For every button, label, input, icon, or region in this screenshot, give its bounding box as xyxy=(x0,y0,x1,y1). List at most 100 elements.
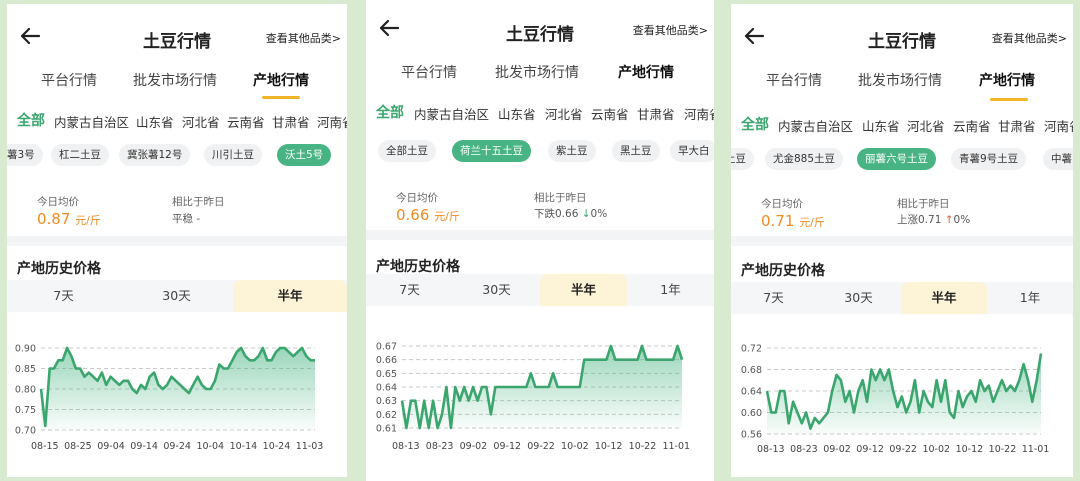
variety-chip[interactable]: 冀张薯12号 xyxy=(119,144,191,166)
region-yunnan[interactable]: 云南省 xyxy=(227,112,265,131)
price-summary: 今日均价 0.71 元/斤 相比于昨日 上涨0.71 ↑0% xyxy=(731,184,1073,240)
y-tick-label: 0.90 xyxy=(15,344,36,355)
variety-chip[interactable]: 青薯9号土豆 xyxy=(951,148,1027,170)
tab-platform[interactable]: 平台行情 xyxy=(766,70,822,90)
variety-chip[interactable]: 中薯 xyxy=(1043,148,1073,170)
region-shandong[interactable]: 山东省 xyxy=(136,112,174,131)
screen-panel-1: 土豆行情 查看其他品类> 平台行情 批发市场行情 产地行情 全部 内蒙古自治区 … xyxy=(7,4,347,477)
range-1y[interactable]: 1年 xyxy=(987,282,1073,314)
x-tick-label: 10-02 xyxy=(922,444,950,455)
range-30d[interactable]: 30天 xyxy=(120,280,233,312)
variety-chips: 全部土豆 荷兰十五土豆 紫土豆 黑土豆 早大白 xyxy=(366,138,714,168)
region-shandong[interactable]: 山东省 xyxy=(862,116,900,135)
history-section-title: 产地历史价格 xyxy=(17,261,101,277)
tab-platform[interactable]: 平台行情 xyxy=(41,70,97,90)
y-tick-label: 0.67 xyxy=(376,342,397,353)
variety-chip[interactable]: 土豆 xyxy=(731,148,754,170)
y-tick-label: 0.75 xyxy=(15,405,36,416)
region-gansu[interactable]: 甘肃省 xyxy=(998,116,1036,135)
history-section-title: 产地历史价格 xyxy=(741,263,825,279)
x-tick-label: 10-22 xyxy=(629,441,657,452)
region-hebei[interactable]: 河北省 xyxy=(182,112,220,131)
region-gansu[interactable]: 甘肃省 xyxy=(272,112,310,131)
region-yunnan[interactable]: 云南省 xyxy=(953,116,991,135)
y-tick-label: 0.85 xyxy=(15,364,36,375)
variety-chip-selected[interactable]: 沃土5号 xyxy=(277,144,332,166)
range-selector: 7天 30天 半年 1年 xyxy=(366,274,714,306)
x-tick-label: 09-24 xyxy=(163,441,191,452)
x-tick-label: 09-22 xyxy=(889,444,917,455)
variety-chip[interactable]: 全部土豆 xyxy=(378,140,436,162)
x-tick-label: 10-02 xyxy=(561,441,589,452)
divider xyxy=(7,236,347,246)
region-yunnan[interactable]: 云南省 xyxy=(591,104,629,123)
top-bar: 土豆行情 查看其他品类> xyxy=(731,4,1073,66)
tab-wholesale[interactable]: 批发市场行情 xyxy=(133,70,217,90)
tab-wholesale[interactable]: 批发市场行情 xyxy=(858,70,942,90)
y-tick-label: 0.56 xyxy=(741,430,762,441)
variety-chip[interactable]: 薯3号 xyxy=(7,144,43,166)
range-half-year[interactable]: 半年 xyxy=(901,282,987,314)
today-price-label: 今日均价 xyxy=(37,196,79,208)
range-half-year[interactable]: 半年 xyxy=(540,274,627,306)
variety-chip[interactable]: 杠二土豆 xyxy=(51,144,109,166)
region-hebei[interactable]: 河北省 xyxy=(545,104,583,123)
price-history-chart: 0.56 0.60 0.64 0.68 0.72 08-13 08-23 09-02 09-12… xyxy=(741,344,1050,456)
price-change: 上涨0.71 ↑0% xyxy=(897,214,971,226)
variety-chip-selected[interactable]: 荷兰十五土豆 xyxy=(452,140,531,162)
range-7d[interactable]: 7天 xyxy=(7,280,120,312)
y-tick-label: 0.80 xyxy=(15,385,36,396)
screen-panel-2: 土豆行情 查看其他品类> 平台行情 批发市场行情 产地行情 全部 内蒙古自治区 … xyxy=(366,0,714,481)
active-tab-underline xyxy=(990,98,1028,101)
tab-platform[interactable]: 平台行情 xyxy=(401,62,457,82)
region-all[interactable]: 全部 xyxy=(376,102,404,122)
view-other-categories-link[interactable]: 查看其他品类> xyxy=(633,22,708,38)
region-all[interactable]: 全部 xyxy=(17,110,45,130)
range-30d[interactable]: 30天 xyxy=(816,282,901,314)
price-summary: 今日均价 0.66 元/斤 相比于昨日 下跌0.66 ↓0% xyxy=(366,178,714,234)
x-tick-label: 09-02 xyxy=(823,444,851,455)
tab-origin[interactable]: 产地行情 xyxy=(979,70,1035,90)
variety-chip[interactable]: 紫土豆 xyxy=(548,140,596,162)
range-selector: 7天 30天 半年 xyxy=(7,280,347,312)
range-30d[interactable]: 30天 xyxy=(453,274,540,306)
tab-origin[interactable]: 产地行情 xyxy=(618,62,674,82)
region-all[interactable]: 全部 xyxy=(741,114,769,134)
x-tick-label: 09-04 xyxy=(97,441,125,452)
today-price-value: 0.71 元/斤 xyxy=(761,212,825,230)
x-tick-label: 09-12 xyxy=(493,441,521,452)
variety-chip[interactable]: 早大白 xyxy=(670,140,714,162)
region-inner-mongolia[interactable]: 内蒙古自治区 xyxy=(54,112,129,131)
y-tick-label: 0.64 xyxy=(741,387,762,398)
range-1y[interactable]: 1年 xyxy=(627,274,714,306)
range-7d[interactable]: 7天 xyxy=(366,274,453,306)
region-inner-mongolia[interactable]: 内蒙古自治区 xyxy=(778,116,853,135)
x-tick-label: 08-13 xyxy=(392,441,420,452)
tab-wholesale[interactable]: 批发市场行情 xyxy=(495,62,579,82)
variety-chips: 薯3号 杠二土豆 冀张薯12号 川引土豆 沃土5号 xyxy=(7,142,347,172)
variety-chip[interactable]: 尤金885土豆 xyxy=(765,148,844,170)
today-price-value: 0.87 元/斤 xyxy=(37,210,101,228)
x-tick-label: 10-24 xyxy=(263,441,291,452)
view-other-categories-link[interactable]: 查看其他品类> xyxy=(992,30,1067,46)
view-other-categories-link[interactable]: 查看其他品类> xyxy=(266,30,341,46)
region-filter: 全部 内蒙古自治区 山东省 河北省 云南省 甘肃省 河南省 xyxy=(366,100,714,128)
variety-chip[interactable]: 川引土豆 xyxy=(204,144,262,166)
region-henan[interactable]: 河南省 xyxy=(684,104,714,123)
variety-chip-selected[interactable]: 丽薯六号土豆 xyxy=(857,148,936,170)
region-henan[interactable]: 河南省 xyxy=(317,112,347,131)
region-hebei[interactable]: 河北省 xyxy=(907,116,945,135)
region-henan[interactable]: 河南省 xyxy=(1044,116,1073,135)
region-inner-mongolia[interactable]: 内蒙古自治区 xyxy=(414,104,489,123)
range-half-year[interactable]: 半年 xyxy=(233,280,347,312)
market-tabs: 平台行情 批发市场行情 产地行情 xyxy=(366,58,714,96)
region-gansu[interactable]: 甘肃省 xyxy=(637,104,675,123)
tab-origin[interactable]: 产地行情 xyxy=(253,70,309,90)
variety-chip[interactable]: 黑土豆 xyxy=(612,140,660,162)
price-history-chart: 0.61 0.62 0.63 0.64 0.65 0.66 0.67 08-13 08-23 09… xyxy=(376,342,690,453)
range-7d[interactable]: 7天 xyxy=(731,282,816,314)
region-shandong[interactable]: 山东省 xyxy=(498,104,536,123)
x-tick-label: 10-14 xyxy=(230,441,258,452)
y-tick-label: 0.65 xyxy=(376,369,397,380)
price-history-chart: 0.70 0.75 0.80 0.85 0.90 08-15 08-25 09-04 09-14… xyxy=(15,344,324,453)
